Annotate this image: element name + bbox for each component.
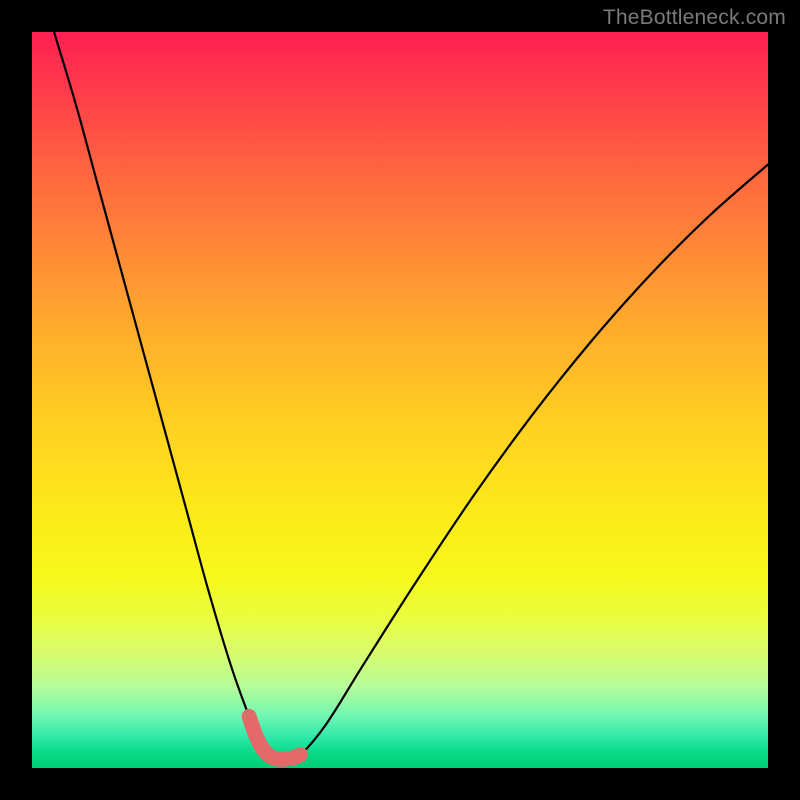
- chart-frame: TheBottleneck.com: [0, 0, 800, 800]
- highlight-segment: [249, 716, 301, 759]
- bottleneck-curve: [54, 32, 768, 759]
- watermark-text: TheBottleneck.com: [603, 6, 786, 30]
- chart-svg: [32, 32, 768, 768]
- plot-area: [32, 32, 768, 768]
